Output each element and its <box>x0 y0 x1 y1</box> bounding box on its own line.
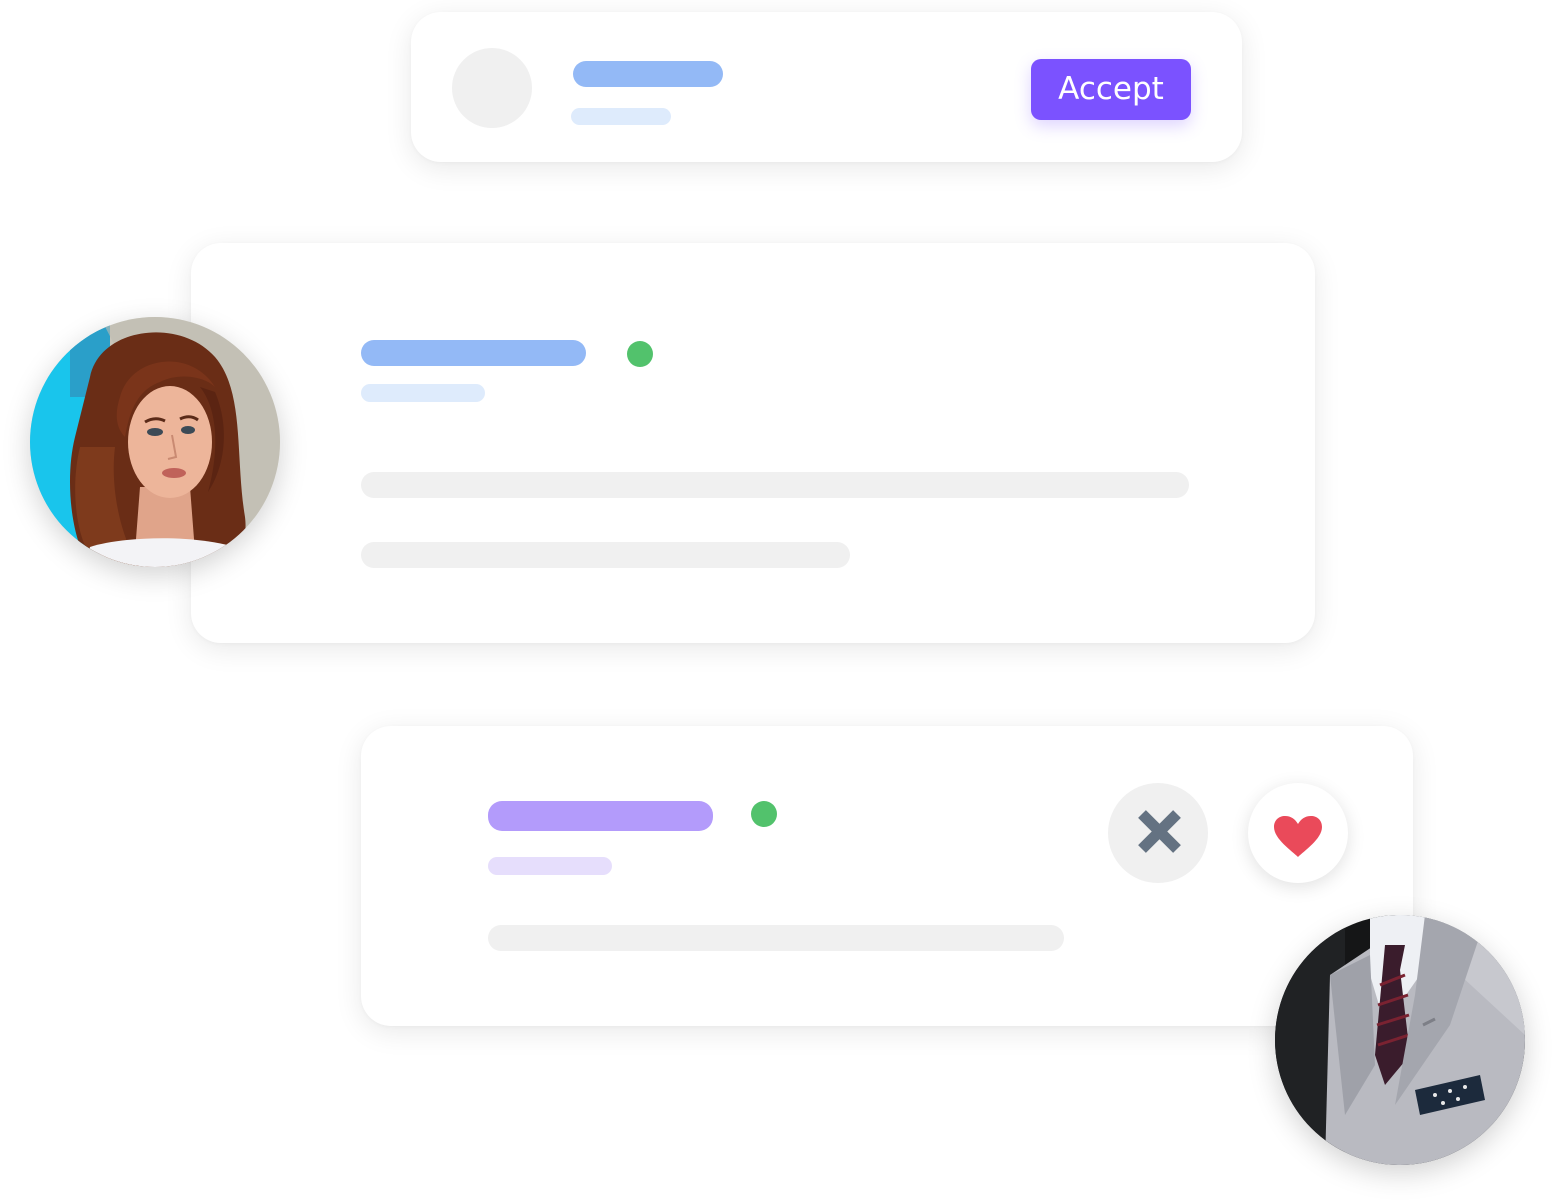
name-placeholder-bar <box>488 801 713 831</box>
accept-button[interactable]: Accept <box>1031 59 1191 120</box>
subtitle-placeholder-bar <box>571 108 671 125</box>
text-placeholder-line <box>361 472 1189 498</box>
woman-profile-photo <box>30 317 280 567</box>
online-status-dot <box>627 341 653 367</box>
like-button[interactable] <box>1248 783 1348 883</box>
match-card <box>361 726 1413 1026</box>
heart-icon <box>1274 816 1322 857</box>
avatar-placeholder <box>452 48 532 128</box>
woman-portrait-image <box>30 317 280 567</box>
man-profile-photo <box>1275 915 1525 1165</box>
subtitle-placeholder-bar <box>361 384 485 402</box>
online-status-dot <box>751 801 777 827</box>
name-placeholder-bar <box>361 340 586 366</box>
name-placeholder-bar <box>573 61 723 87</box>
text-placeholder-line <box>488 925 1064 951</box>
request-card: Accept <box>411 12 1242 162</box>
text-placeholder-line <box>361 542 850 568</box>
reject-button[interactable] <box>1108 783 1208 883</box>
close-icon <box>1138 810 1181 853</box>
profile-card <box>191 243 1315 643</box>
subtitle-placeholder-bar <box>488 857 612 875</box>
man-suit-image <box>1275 915 1525 1165</box>
